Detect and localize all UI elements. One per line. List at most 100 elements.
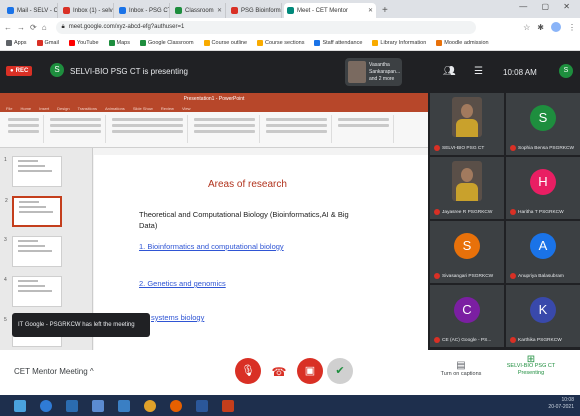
- browser-tab[interactable]: Inbox - PSG CT✕: [116, 3, 170, 18]
- participant-tile[interactable]: Jayasree R PSGRKCW: [430, 157, 504, 219]
- participant-tile[interactable]: K Karthika PSGRKCW: [506, 285, 580, 347]
- mic-muted-icon: [510, 337, 516, 343]
- bookmark-item[interactable]: Staff attendance: [314, 40, 362, 46]
- word-icon[interactable]: [196, 399, 208, 412]
- bookmark-label: Library Information: [380, 40, 427, 46]
- ppt-ribbon-tab[interactable]: Slide Show: [133, 106, 153, 111]
- bookmark-item[interactable]: Course sections: [257, 40, 304, 46]
- presenting-now-label: SELVI-BIO PSG CT Presenting: [506, 363, 556, 376]
- participant-tile[interactable]: C CE (AC) Google - PS...: [430, 285, 504, 347]
- tab-close-icon[interactable]: ✕: [368, 7, 373, 14]
- bookmark-item[interactable]: Apps: [6, 40, 27, 46]
- forward-icon[interactable]: →: [17, 23, 25, 32]
- ppt-ribbon-tab[interactable]: View: [182, 106, 191, 111]
- bookmark-label: Gmail: [44, 40, 59, 46]
- back-icon[interactable]: ←: [4, 23, 12, 32]
- mail-icon[interactable]: [92, 399, 104, 412]
- chat-icon[interactable]: ☰: [474, 66, 483, 77]
- chrome-icon[interactable]: [144, 399, 156, 412]
- thumbnail-line: [18, 160, 38, 162]
- reload-icon[interactable]: ⟳: [30, 23, 37, 32]
- browser-tab[interactable]: Meet - CET Mentor ✕: [284, 3, 376, 18]
- ppt-ribbon-tab[interactable]: File: [6, 106, 12, 111]
- user-avatar[interactable]: S: [559, 64, 573, 78]
- menu-icon[interactable]: ⋮: [568, 23, 576, 32]
- participant-tile[interactable]: S Sivasangari PSGRKCW: [430, 221, 504, 283]
- ppt-ribbon-tab[interactable]: Design: [57, 106, 69, 111]
- ppt-ribbon-tab[interactable]: Transitions: [78, 106, 97, 111]
- participant-avatar: S: [530, 105, 556, 131]
- browser-tab[interactable]: Classroom ✕: [172, 3, 226, 18]
- participant-label: Haritha T PSGRKCW: [510, 209, 578, 215]
- bookmark-item[interactable]: Moodle admission: [436, 40, 489, 46]
- ppt-ribbon-tab[interactable]: Review: [161, 106, 174, 111]
- slide-number: 5: [4, 317, 7, 323]
- slide-link-systems-biology[interactable]: systems biology: [151, 313, 204, 322]
- mic-toggle-button[interactable]: 🎙︎: [235, 358, 261, 384]
- bookmark-label: Moodle admission: [444, 40, 489, 46]
- profile-avatar[interactable]: [551, 22, 561, 32]
- bookmark-item[interactable]: Maps: [108, 40, 130, 46]
- slide-thumbnail[interactable]: 3: [4, 236, 62, 267]
- tab-close-icon[interactable]: ✕: [217, 7, 222, 14]
- presenting-indicator-button[interactable]: ⊞ SELVI-BIO PSG CT Presenting: [496, 355, 566, 377]
- bookmark-icon: [68, 40, 75, 46]
- bookmark-icon: [372, 40, 379, 46]
- hangup-icon: ☎︎: [271, 365, 287, 379]
- edge-browser-icon[interactable]: [40, 399, 52, 412]
- firefox-icon[interactable]: [170, 399, 182, 412]
- bookmark-item[interactable]: Course outline: [203, 40, 247, 46]
- bookmark-item[interactable]: YouTube: [68, 40, 99, 46]
- browser-tab[interactable]: Inbox (1) - selvi@✕: [60, 3, 114, 18]
- slide-link-bioinformatics[interactable]: 1. Bioinformatics and computational biol…: [139, 242, 284, 251]
- powerpoint-icon[interactable]: [222, 399, 234, 412]
- slide-thumbnail[interactable]: 4: [4, 276, 62, 307]
- ribbon-group-font: [108, 115, 188, 143]
- thumbnail-line: [18, 280, 38, 282]
- participant-tile[interactable]: H Haritha T PSGRKCW: [506, 157, 580, 219]
- participant-tile[interactable]: A Anupriya Balasubram: [506, 221, 580, 283]
- presenting-status: SELVI-BIO PSG CT is presenting: [70, 67, 188, 76]
- participant-tile[interactable]: SELVI-BIO PSG CT: [430, 93, 504, 155]
- presenter-avatar: S: [50, 63, 64, 77]
- ppt-ribbon-tabs: File Home Insert Design Transitions Animation…: [0, 104, 428, 112]
- captions-button[interactable]: ▤ Turn on captions: [436, 360, 486, 377]
- slide-link-genetics[interactable]: 2. Genetics and genomics: [139, 279, 226, 288]
- lock-icon: 🔒︎: [61, 23, 65, 30]
- home-icon[interactable]: ⌂: [42, 23, 47, 32]
- browser-tab[interactable]: Mail - SELV - Outlook✕: [4, 3, 58, 18]
- participant-tile[interactable]: S Sophia Bensa PSGRKCW: [506, 93, 580, 155]
- presenter-pill[interactable]: Vasantha Sankarapan... and 2 more: [345, 58, 402, 86]
- present-now-button[interactable]: ✔︎: [327, 358, 353, 384]
- recording-label: REC: [15, 68, 29, 74]
- new-tab-button[interactable]: +: [382, 5, 388, 16]
- people-icon[interactable]: 👥︎: [443, 66, 456, 77]
- window-controls[interactable]: — ▢ ✕: [519, 2, 576, 11]
- ppt-ribbon-tab[interactable]: Insert: [39, 106, 49, 111]
- ppt-ribbon-tab[interactable]: Animations: [105, 106, 125, 111]
- bookmark-item[interactable]: Library Information: [372, 40, 426, 46]
- browser-tab[interactable]: PSG Bioinformatics✕: [228, 3, 282, 18]
- star-icon[interactable]: ☆: [523, 23, 530, 32]
- meeting-name: CET Mentor Meeting: [14, 367, 88, 376]
- ppt-ribbon-tab[interactable]: Home: [20, 106, 31, 111]
- windows-start-icon[interactable]: [14, 399, 26, 412]
- slide-thumbnail[interactable]: 1: [4, 156, 62, 187]
- bookmark-icon: [36, 40, 43, 46]
- bookmark-item[interactable]: Gmail: [36, 40, 59, 46]
- leave-call-button[interactable]: ☎︎: [268, 362, 290, 382]
- store-icon[interactable]: [66, 399, 78, 412]
- slide-thumbnail[interactable]: 2: [5, 196, 62, 227]
- bookmark-item[interactable]: Google Classroom: [140, 40, 194, 46]
- camera-toggle-button[interactable]: ▣: [297, 358, 323, 384]
- participant-name: Anupriya Balasubram: [518, 273, 564, 279]
- url-text: meet.google.com/xyz-abcd-efg?authuser=1: [68, 24, 185, 30]
- extension-icon[interactable]: ✱: [537, 23, 544, 32]
- meeting-details[interactable]: CET Mentor Meeting ^: [14, 367, 94, 376]
- presenter-thumbnail: [348, 61, 366, 83]
- url-input[interactable]: 🔒︎ meet.google.com/xyz-abcd-efg?authuser…: [55, 20, 476, 34]
- participants-grid: SELVI-BIO PSG CT S Sophia Bensa PSGRKCW Jay…: [430, 93, 580, 350]
- participant-face: [461, 104, 473, 118]
- captions-label: Turn on captions: [440, 371, 482, 377]
- photos-icon[interactable]: [118, 399, 130, 412]
